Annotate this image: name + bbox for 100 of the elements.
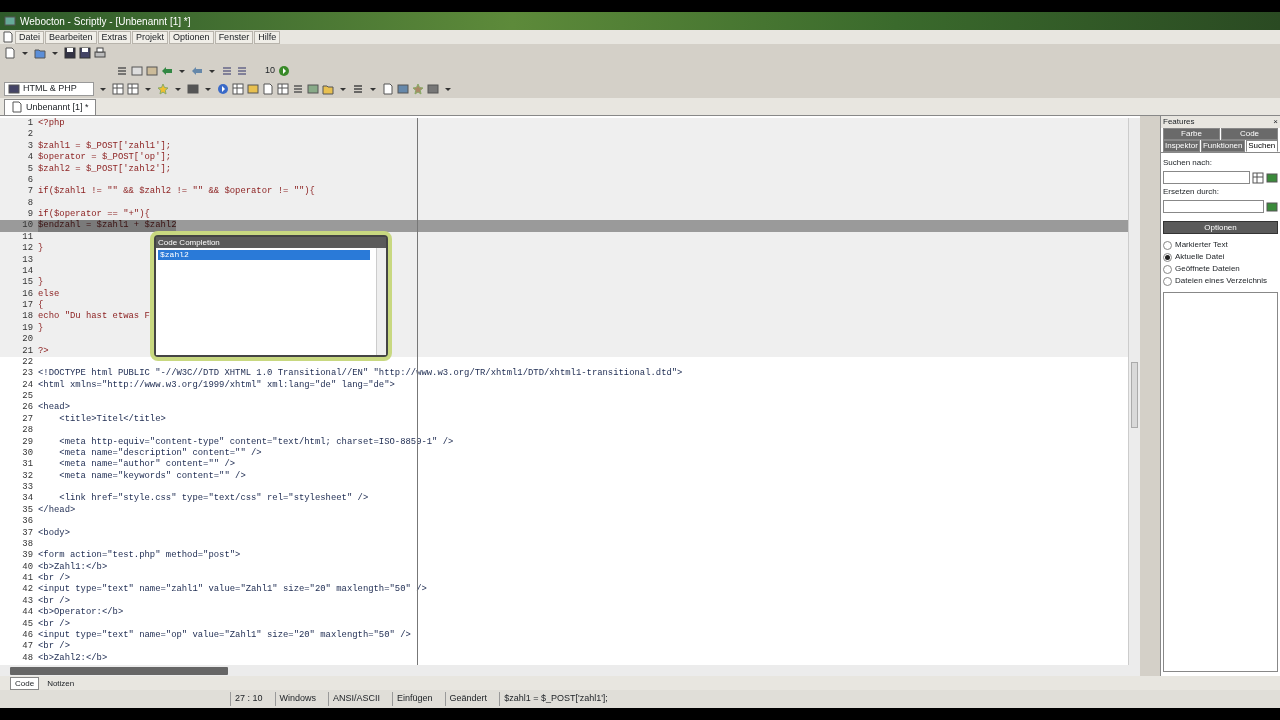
- line-number: 13: [21, 254, 34, 266]
- line-number: 15: [21, 277, 34, 289]
- menu-item[interactable]: Fenster: [214, 30, 254, 44]
- menu-item[interactable]: Bearbeiten: [45, 30, 97, 44]
- columns-icon[interactable]: [277, 83, 289, 95]
- code-line: echo "Du hast etwas F: [38, 311, 150, 323]
- panel-icon[interactable]: [247, 83, 259, 95]
- line-number: 4: [26, 152, 34, 164]
- popup-scrollbar[interactable]: [376, 248, 386, 355]
- code-line: <?php: [38, 118, 65, 130]
- page-icon[interactable]: [382, 83, 394, 95]
- list-icon[interactable]: [352, 83, 364, 95]
- list-icon[interactable]: [1252, 171, 1264, 184]
- bottom-tab[interactable]: Notizen: [43, 677, 79, 689]
- code-line: }: [38, 243, 44, 255]
- print-icon[interactable]: [94, 47, 106, 59]
- bottom-tab[interactable]: Code: [10, 676, 40, 690]
- line-number: 27: [21, 413, 34, 426]
- line-number: 28: [21, 425, 34, 437]
- line-number: 22: [21, 356, 34, 369]
- code-line: <b>Operator:</b>: [38, 607, 124, 619]
- code-line: }: [38, 277, 44, 289]
- language-dropdown[interactable]: HTML & PHP: [4, 82, 94, 96]
- go-icon[interactable]: [278, 65, 290, 77]
- code-line: $zahl1 = $_POST['zahl1'];: [38, 140, 172, 152]
- replace-field[interactable]: [1163, 200, 1264, 213]
- line-number: 36: [21, 516, 34, 528]
- panel-tab[interactable]: Farbe: [1163, 128, 1220, 140]
- code-line: <br />: [38, 573, 70, 584]
- code-line: <html xmlns="http://www.w3.org/1999/xhtml" xml:lang="de" lang="de">: [38, 379, 395, 391]
- image-icon[interactable]: [307, 83, 319, 95]
- search-field[interactable]: [1163, 171, 1250, 184]
- panel-tab[interactable]: Suchen: [1245, 140, 1278, 152]
- code-line: <body>: [38, 527, 70, 539]
- options-button[interactable]: Optionen: [1163, 221, 1278, 234]
- line-number: 47: [21, 641, 34, 653]
- list-icon[interactable]: [292, 83, 304, 95]
- code-line: $operator = $_POST['op'];: [38, 152, 172, 164]
- line-number: 20: [21, 334, 34, 346]
- line-number: 14: [21, 265, 34, 278]
- star-icon[interactable]: [157, 83, 169, 95]
- completion-item[interactable]: $zahl2: [158, 250, 370, 260]
- line-number: 31: [21, 459, 34, 471]
- line-number: 21: [21, 345, 34, 357]
- save-icon[interactable]: [64, 47, 76, 59]
- panel-tab[interactable]: Funktionen: [1200, 140, 1245, 152]
- line-number: 1: [26, 118, 34, 130]
- menu-item[interactable]: Extras: [97, 30, 132, 44]
- line-number: 26: [21, 402, 34, 414]
- search-go-icon[interactable]: [1266, 171, 1278, 184]
- radio-button[interactable]: [1163, 252, 1172, 262]
- panel-tab[interactable]: Inspektor: [1163, 140, 1200, 152]
- code-line: {: [38, 300, 44, 311]
- code-line: <br />: [38, 618, 70, 630]
- radio-button[interactable]: [1163, 276, 1172, 286]
- code-line: }: [38, 322, 44, 335]
- panel-tab[interactable]: Code: [1221, 128, 1278, 140]
- table-icon[interactable]: [127, 83, 139, 95]
- code-line: <meta name="keywords" content="" />: [58, 470, 246, 482]
- document-tab[interactable]: Unbenannt [1] *: [4, 98, 96, 115]
- line-number: 12: [21, 243, 34, 255]
- status-field: ANSI/ASCII: [328, 692, 385, 706]
- line-number: 9: [26, 209, 34, 221]
- code-line: <b>Zahl1:</b>: [38, 561, 108, 573]
- code-line: <b>Zahl2:</b>: [38, 652, 108, 664]
- code-line: ?>: [38, 345, 49, 357]
- menu-item[interactable]: Datei: [15, 30, 44, 44]
- open-folder-icon[interactable]: [34, 47, 46, 59]
- status-field: Windows: [274, 692, 321, 706]
- scrollbar-thumb[interactable]: [1131, 362, 1138, 428]
- line-number: 11: [21, 231, 34, 244]
- radio-button[interactable]: [1163, 264, 1172, 274]
- menu-item[interactable]: Optionen: [169, 30, 214, 44]
- menu-item[interactable]: Hilfe: [254, 30, 281, 44]
- field-label: Suchen nach:: [1163, 157, 1213, 169]
- code-line: <title>Titel</title>: [58, 413, 166, 426]
- line-number: 35: [21, 504, 34, 517]
- display-icon[interactable]: [427, 83, 439, 95]
- line-number: 16: [21, 288, 34, 300]
- grid-icon[interactable]: [232, 83, 244, 95]
- code-line: <br />: [38, 641, 70, 653]
- scrollbar-thumb[interactable]: [10, 666, 228, 675]
- new-file-icon[interactable]: [4, 47, 16, 59]
- window-icon[interactable]: [397, 83, 409, 95]
- line-number: 17: [21, 300, 34, 312]
- menu-item[interactable]: Projekt: [132, 30, 169, 44]
- replace-go-icon[interactable]: [1266, 200, 1278, 213]
- close-button[interactable]: ×: [1273, 116, 1278, 128]
- window-title: Webocton - Scriptly - [Unbenannt [1] *]: [20, 14, 191, 29]
- line-number: 6: [26, 174, 34, 187]
- line-number: 41: [21, 573, 34, 585]
- line-number: 30: [21, 447, 34, 460]
- line-number: 25: [21, 391, 34, 403]
- line-number: 3: [26, 140, 34, 153]
- radio-button[interactable]: [1163, 240, 1172, 250]
- horizontal-scrollbar[interactable]: [0, 665, 1140, 676]
- status-field: $zahl1 = $_POST['zahl1'];: [499, 692, 612, 706]
- code-line: </head>: [38, 504, 76, 517]
- vertical-scrollbar[interactable]: [1128, 118, 1140, 665]
- save-all-icon[interactable]: [79, 47, 91, 59]
